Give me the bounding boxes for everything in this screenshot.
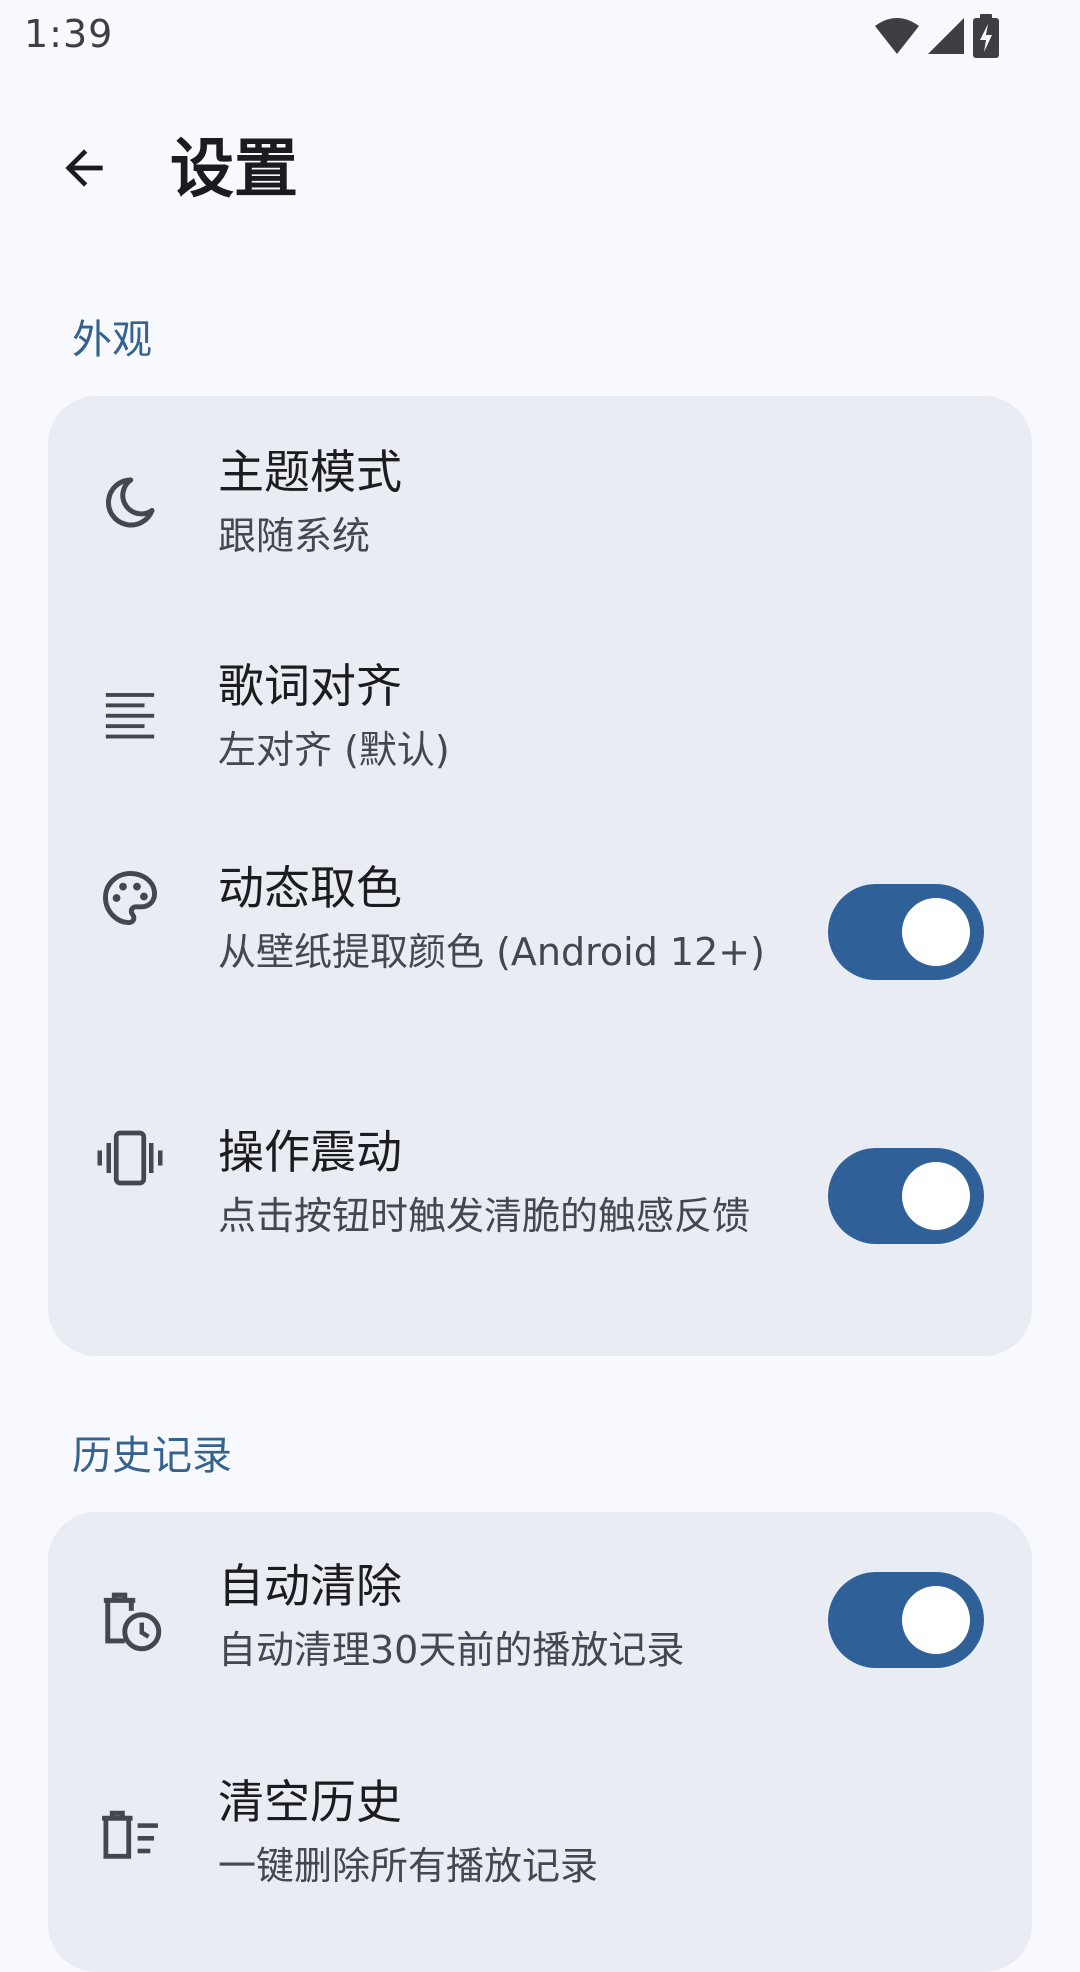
setting-title: 清空历史 (218, 1775, 402, 1829)
status-icons (874, 14, 1000, 58)
arrow-back-icon (56, 140, 112, 200)
setting-auto-clear[interactable]: 自动清除 自动清理30天前的播放记录 (48, 1512, 1032, 1728)
setting-title: 动态取色 (218, 861, 402, 915)
switch-thumb (902, 898, 970, 966)
signal-icon (926, 16, 966, 56)
appearance-card: 主题模式 跟随系统 歌词对齐 左对齐 (默认) 动态取色 从壁纸提取颜色 (An… (48, 396, 1032, 1356)
history-card: 自动清除 自动清理30天前的播放记录 清空历史 一键删除所有播放记录 (48, 1512, 1032, 1972)
setting-subtitle: 左对齐 (默认) (218, 728, 450, 772)
wifi-icon (874, 16, 920, 56)
page-title: 设置 (170, 133, 298, 207)
haptics-switch[interactable] (828, 1148, 984, 1244)
switch-thumb (902, 1586, 970, 1654)
vibration-icon (94, 1122, 166, 1194)
setting-subtitle: 自动清理30天前的播放记录 (218, 1628, 685, 1672)
back-button[interactable] (44, 130, 124, 210)
delete-clock-icon (94, 1584, 166, 1656)
auto-clear-switch[interactable] (828, 1572, 984, 1668)
delete-sweep-icon (94, 1800, 166, 1872)
setting-subtitle: 一键删除所有播放记录 (218, 1844, 599, 1888)
setting-haptics[interactable]: 操作震动 点击按钮时触发清脆的触感反馈 (48, 1086, 1032, 1356)
setting-title: 操作震动 (218, 1125, 402, 1179)
setting-clear-history[interactable]: 清空历史 一键删除所有播放记录 (48, 1728, 1032, 1944)
align-left-icon (94, 680, 166, 752)
top-app-bar: 设置 (0, 110, 1080, 230)
setting-subtitle: 从壁纸提取颜色 (Android 12+) (218, 930, 765, 974)
section-header-appearance: 外观 (72, 317, 152, 363)
setting-title: 歌词对齐 (218, 659, 402, 713)
battery-charging-icon (972, 14, 1000, 58)
section-header-history: 历史记录 (72, 1433, 232, 1479)
setting-dynamic-color[interactable]: 动态取色 从壁纸提取颜色 (Android 12+) (48, 822, 1032, 1086)
dynamic-color-switch[interactable] (828, 884, 984, 980)
setting-theme-mode[interactable]: 主题模式 跟随系统 (48, 396, 1032, 606)
setting-title: 主题模式 (218, 445, 402, 499)
status-time: 1:39 (24, 12, 114, 56)
setting-subtitle: 跟随系统 (218, 514, 371, 558)
palette-icon (94, 862, 166, 934)
switch-thumb (902, 1162, 970, 1230)
setting-title: 自动清除 (218, 1559, 402, 1613)
setting-lyrics-align[interactable]: 歌词对齐 左对齐 (默认) (48, 606, 1032, 822)
status-bar: 1:39 (0, 0, 1080, 80)
moon-icon (94, 466, 166, 538)
setting-subtitle: 点击按钮时触发清脆的触感反馈 (218, 1194, 751, 1238)
